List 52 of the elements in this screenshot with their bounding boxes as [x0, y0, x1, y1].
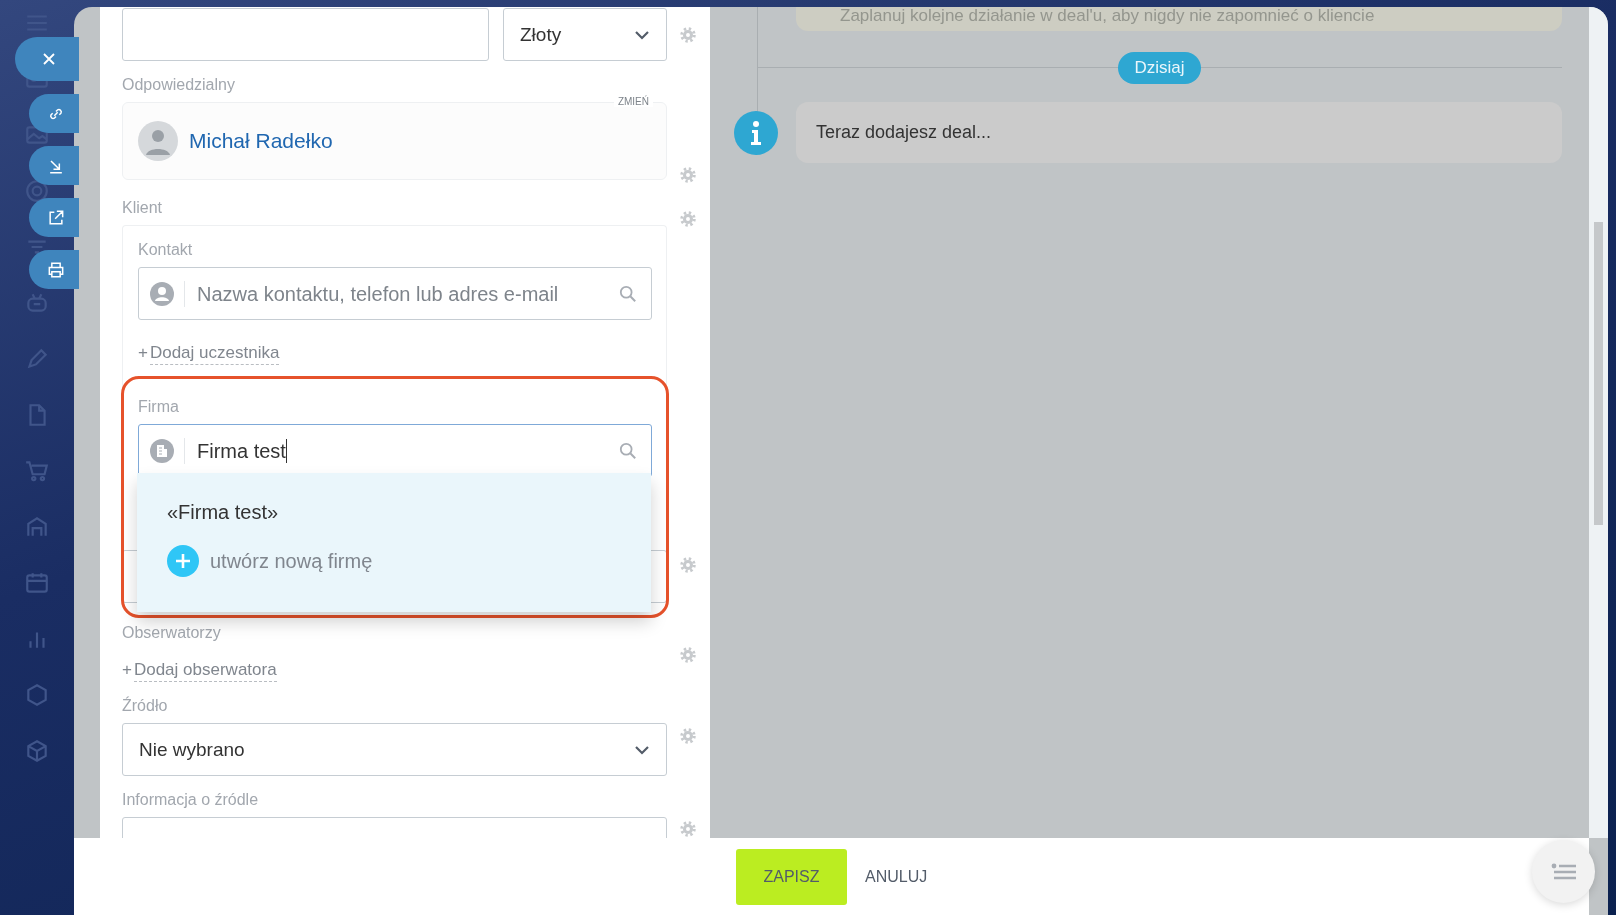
plus-circle-icon — [167, 545, 199, 577]
settings-icon — [679, 166, 697, 184]
print-button[interactable] — [29, 250, 79, 289]
field-label: Obserwatorzy — [122, 623, 221, 643]
cart-icon — [24, 458, 50, 484]
avatar-placeholder — [138, 121, 178, 161]
settings-icon — [679, 646, 697, 664]
contact-search-field[interactable]: Nazwa kontaktu, telefon lub adres e-mail — [138, 267, 652, 320]
hexagon-icon — [24, 682, 50, 708]
add-participant-link[interactable]: Dodaj uczestnika — [149, 342, 280, 365]
create-company-option[interactable]: utwórz nową firmę — [167, 545, 651, 577]
field-label: Odpowiedzialny — [122, 75, 236, 95]
scrollbar-thumb[interactable] — [1594, 222, 1603, 525]
change-link[interactable]: ZMIEŃ — [613, 96, 653, 107]
settings-icon — [679, 210, 697, 228]
list-icon — [1550, 861, 1577, 882]
settings-icon — [679, 26, 697, 44]
cube-icon — [24, 738, 50, 764]
suggestion-item[interactable]: «Firma test» — [167, 491, 651, 533]
open-external-button[interactable] — [29, 198, 79, 237]
currency-select[interactable]: Złoty — [503, 8, 667, 61]
date-badge: Dzisiaj — [1118, 52, 1201, 84]
settings-icon — [679, 556, 697, 574]
field-label: Klient — [122, 198, 164, 218]
field-label: Kontakt — [138, 240, 194, 260]
company-search-field[interactable]: Firma test — [138, 424, 652, 477]
field-label: Źródło — [122, 695, 169, 716]
chevron-down-icon — [634, 744, 650, 755]
user-link[interactable]: Michał Radełko — [189, 129, 333, 153]
field-label: Informacja o źródle — [122, 790, 260, 810]
source-select[interactable]: Nie wybrano — [122, 723, 667, 776]
person-icon — [150, 281, 174, 306]
chevron-down-icon — [634, 29, 650, 40]
download-button[interactable] — [29, 146, 79, 185]
add-observer-link[interactable]: Dodaj obserwatora — [133, 659, 277, 682]
amount-field[interactable] — [122, 8, 489, 61]
close-button[interactable] — [15, 37, 79, 81]
hint-card: Zaplanuj kolejne działanie w deal'u, aby nigdy nie zapomnieć o kliencie — [796, 7, 1562, 31]
plus-sign: + — [122, 659, 132, 681]
building-icon — [150, 438, 174, 463]
search-icon — [619, 284, 637, 303]
search-icon — [619, 441, 637, 460]
plus-sign: + — [138, 342, 148, 364]
settings-icon — [679, 727, 697, 745]
field-label: Firma — [138, 397, 180, 417]
info-icon — [734, 110, 778, 155]
timeline-entry: Teraz dodajesz deal... — [796, 102, 1562, 163]
save-button[interactable]: ZAPISZ — [736, 848, 847, 905]
cancel-button[interactable]: ANULUJ — [865, 867, 928, 886]
target-icon — [24, 178, 50, 204]
link-button[interactable] — [29, 94, 79, 133]
calendar-icon — [24, 570, 50, 596]
